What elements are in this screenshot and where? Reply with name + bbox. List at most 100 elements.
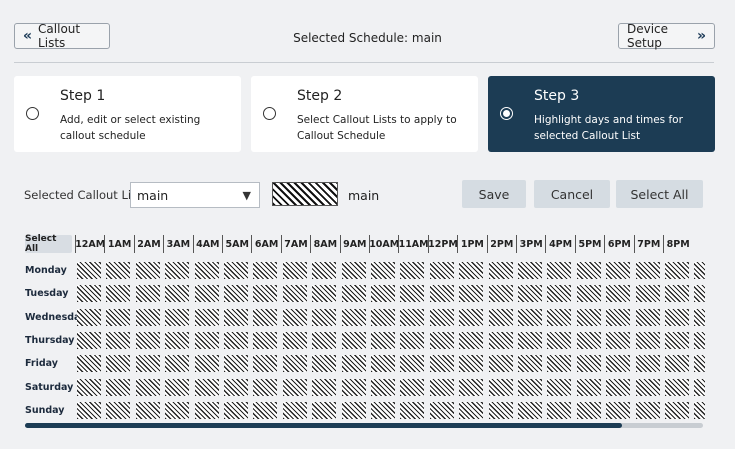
scrollbar-thumb[interactable] — [25, 423, 622, 428]
schedule-cell[interactable] — [518, 285, 542, 303]
schedule-cell[interactable] — [429, 331, 454, 349]
schedule-cell[interactable] — [282, 401, 307, 419]
hour-header-11am[interactable]: 11AM — [398, 235, 429, 253]
schedule-cell[interactable] — [282, 331, 307, 349]
schedule-cell[interactable] — [253, 308, 278, 326]
schedule-cell[interactable] — [518, 401, 542, 419]
hour-header-10am[interactable]: 10AM — [369, 235, 399, 253]
schedule-cell[interactable] — [341, 285, 366, 303]
schedule-cell[interactable] — [77, 378, 101, 396]
schedule-cell[interactable] — [253, 262, 278, 279]
schedule-cell[interactable] — [547, 262, 572, 279]
schedule-cell[interactable] — [371, 401, 395, 419]
save-button[interactable]: Save — [462, 180, 526, 208]
day-label-friday[interactable]: Friday — [25, 358, 75, 369]
schedule-cell[interactable] — [341, 355, 366, 373]
day-label-thursday[interactable]: Thursday — [25, 335, 75, 346]
schedule-cell[interactable] — [253, 285, 278, 303]
schedule-cell[interactable] — [165, 355, 190, 373]
schedule-cell[interactable] — [488, 331, 513, 349]
schedule-cell[interactable] — [341, 331, 366, 349]
schedule-cell[interactable] — [459, 262, 484, 279]
schedule-cell[interactable] — [547, 378, 572, 396]
step-3-card[interactable]: Step 3 Highlight days and times for sele… — [488, 76, 715, 152]
schedule-cell[interactable] — [282, 262, 307, 279]
schedule-cell[interactable] — [429, 308, 454, 326]
schedule-cell[interactable] — [400, 401, 425, 419]
schedule-cell[interactable] — [665, 355, 689, 373]
schedule-cell[interactable] — [106, 331, 131, 349]
schedule-cell[interactable] — [165, 262, 190, 279]
schedule-cell[interactable] — [312, 262, 337, 279]
schedule-cell[interactable] — [488, 355, 513, 373]
schedule-cell[interactable] — [253, 401, 278, 419]
day-label-monday[interactable]: Monday — [25, 265, 75, 276]
schedule-cell[interactable] — [106, 401, 131, 419]
grid-select-all-button[interactable]: Select All — [25, 234, 72, 254]
schedule-cell[interactable] — [665, 262, 689, 279]
schedule-cell[interactable] — [429, 262, 454, 279]
cancel-button[interactable]: Cancel — [534, 180, 610, 208]
schedule-cell[interactable] — [400, 285, 425, 303]
schedule-cell[interactable] — [547, 285, 572, 303]
callout-list-select[interactable]: main ▼ — [130, 182, 260, 208]
schedule-cell[interactable] — [635, 308, 660, 326]
schedule-cell[interactable] — [282, 378, 307, 396]
schedule-cell[interactable] — [606, 285, 631, 303]
schedule-cell[interactable] — [400, 378, 425, 396]
hour-header-6pm[interactable]: 6PM — [604, 235, 633, 253]
schedule-cell[interactable] — [224, 401, 248, 419]
schedule-cell[interactable] — [518, 308, 542, 326]
schedule-cell[interactable] — [694, 308, 705, 326]
schedule-cell[interactable] — [400, 331, 425, 349]
schedule-cell[interactable] — [77, 308, 101, 326]
schedule-cell[interactable] — [488, 285, 513, 303]
schedule-cell[interactable] — [665, 401, 689, 419]
schedule-cell[interactable] — [312, 355, 337, 373]
day-label-wednesday[interactable]: Wednesday — [25, 312, 86, 323]
schedule-cell[interactable] — [312, 308, 337, 326]
step-1-radio[interactable] — [26, 107, 39, 120]
step-3-radio[interactable] — [500, 107, 513, 120]
hour-header-5pm[interactable]: 5PM — [574, 235, 604, 253]
schedule-cell[interactable] — [429, 285, 454, 303]
schedule-cell[interactable] — [694, 355, 705, 373]
schedule-cell[interactable] — [694, 401, 705, 419]
schedule-cell[interactable] — [77, 262, 101, 279]
schedule-cell[interactable] — [694, 285, 705, 303]
schedule-cell[interactable] — [194, 401, 219, 419]
schedule-cell[interactable] — [576, 285, 601, 303]
hour-header-2am[interactable]: 2AM — [133, 235, 163, 253]
schedule-cell[interactable] — [488, 378, 513, 396]
schedule-cell[interactable] — [194, 355, 219, 373]
hour-header-6am[interactable]: 6AM — [251, 235, 280, 253]
schedule-cell[interactable] — [400, 355, 425, 373]
select-all-button[interactable]: Select All — [616, 180, 703, 208]
schedule-cell[interactable] — [400, 262, 425, 279]
schedule-cell[interactable] — [635, 285, 660, 303]
schedule-cell[interactable] — [135, 401, 160, 419]
schedule-cell[interactable] — [518, 378, 542, 396]
schedule-cell[interactable] — [518, 262, 542, 279]
schedule-cell[interactable] — [547, 331, 572, 349]
schedule-cell[interactable] — [106, 308, 131, 326]
hour-header-3pm[interactable]: 3PM — [516, 235, 545, 253]
schedule-cell[interactable] — [135, 285, 160, 303]
schedule-cell[interactable] — [547, 308, 572, 326]
schedule-cell[interactable] — [253, 378, 278, 396]
schedule-cell[interactable] — [135, 262, 160, 279]
schedule-cell[interactable] — [194, 262, 219, 279]
schedule-cell[interactable] — [518, 331, 542, 349]
schedule-cell[interactable] — [694, 262, 705, 279]
schedule-cell[interactable] — [165, 378, 190, 396]
schedule-cell[interactable] — [371, 262, 395, 279]
step-2-card[interactable]: Step 2 Select Callout Lists to apply to … — [251, 76, 478, 152]
schedule-cell[interactable] — [518, 355, 542, 373]
schedule-cell[interactable] — [665, 308, 689, 326]
schedule-cell[interactable] — [635, 378, 660, 396]
schedule-cell[interactable] — [312, 378, 337, 396]
schedule-cell[interactable] — [194, 308, 219, 326]
schedule-cell[interactable] — [77, 285, 101, 303]
schedule-cell[interactable] — [459, 378, 484, 396]
schedule-cell[interactable] — [635, 355, 660, 373]
